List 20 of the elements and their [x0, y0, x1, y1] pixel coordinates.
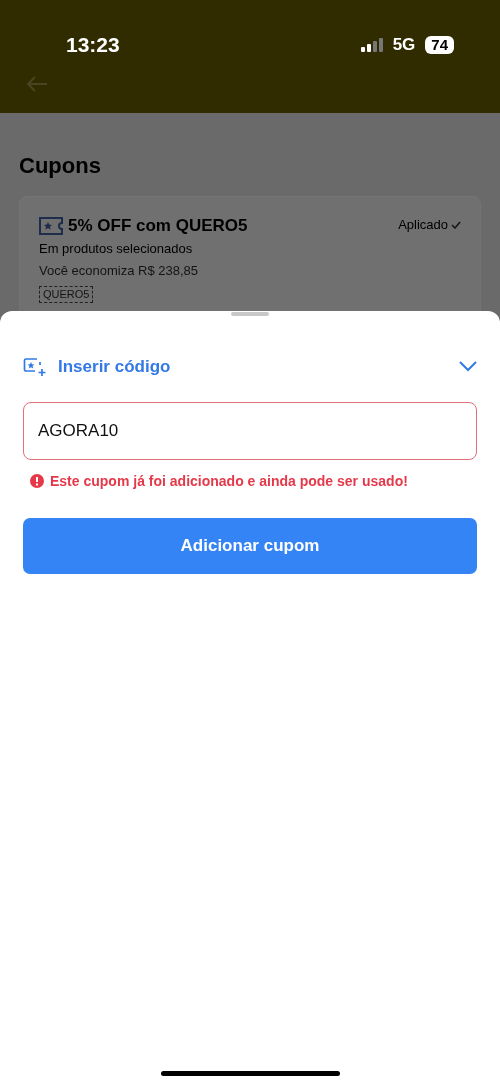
insert-code-toggle[interactable]: Inserir código [23, 354, 477, 380]
coupon-code-field[interactable]: AGORA10 [23, 401, 477, 460]
error-message: Este cupom já foi adicionado e ainda pode ser usado! [50, 471, 408, 491]
network-label: 5G [392, 34, 416, 57]
coupon-status: Aplicado [398, 216, 448, 234]
signal-icon [359, 37, 386, 53]
sheet-handle[interactable] [231, 312, 269, 316]
coupon-code: QUERO5 [39, 285, 94, 303]
page-title: Cupons [19, 152, 102, 180]
ticket-icon [39, 216, 63, 235]
coupon-title: 5% OFF com QUERO5 [68, 215, 248, 237]
coupon-subtitle: Em produtos selecionados [39, 239, 194, 258]
back-arrow-icon[interactable] [26, 76, 48, 92]
add-coupon-button[interactable]: Adicionar cupom [23, 517, 477, 574]
coupon-savings: Você economiza R$ 238,85 [39, 262, 199, 280]
error-icon [30, 474, 44, 488]
status-time: 13:23 [66, 32, 120, 59]
chevron-icon [459, 361, 477, 373]
ticket-plus-icon [23, 356, 47, 377]
battery-indicator: 74 [425, 36, 454, 54]
